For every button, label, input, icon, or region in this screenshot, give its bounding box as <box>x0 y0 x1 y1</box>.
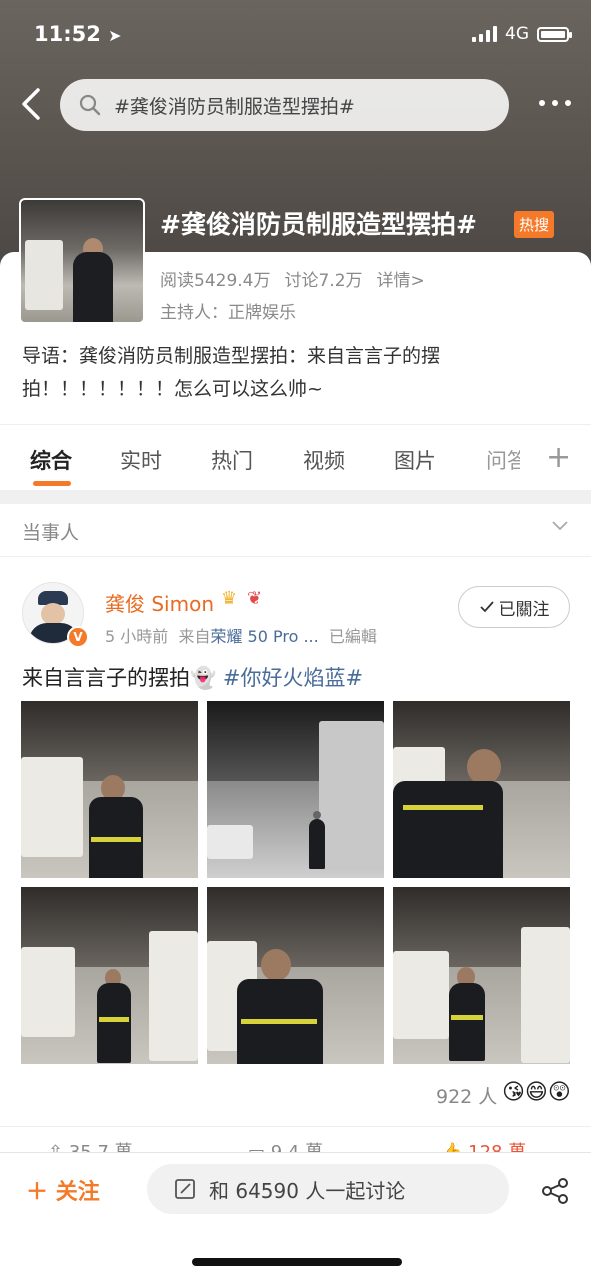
photo-6[interactable] <box>393 887 570 1064</box>
following-button[interactable]: 已關注 <box>458 586 570 628</box>
likers-count[interactable]: 922 人 <box>436 1082 497 1109</box>
hot-search-badge: 热搜 <box>514 211 555 238</box>
topic-title: #龚俊消防员制服造型摆拍# <box>160 210 477 239</box>
battery-icon <box>537 26 572 42</box>
plus-icon: ＋ <box>26 1180 49 1205</box>
post-hashtag[interactable]: #你好火焰蓝# <box>223 666 363 690</box>
source-prefix: 来自 <box>178 627 211 646</box>
photo-3[interactable] <box>393 701 570 878</box>
follow-topic-label: 关注 <box>55 1180 100 1205</box>
tab-images[interactable]: 图片 <box>394 445 436 475</box>
discuss-input[interactable]: 和 64590 人一起讨论 <box>147 1164 509 1214</box>
signal-icon <box>472 26 497 42</box>
plus-icon[interactable]: + <box>546 440 571 475</box>
tab-hot[interactable]: 热门 <box>211 445 253 475</box>
ribbon-icon: ❦ <box>247 588 263 609</box>
search-query: #龚俊消防员制服造型摆拍# <box>114 95 355 118</box>
read-count: 阅读5429.4万 <box>160 271 271 291</box>
follow-topic-button[interactable]: ＋ 关注 <box>26 1174 100 1206</box>
topic-cover-image <box>19 198 145 324</box>
photo-4[interactable] <box>21 887 198 1064</box>
verified-badge: V <box>67 626 89 648</box>
username[interactable]: 龚俊 Simon <box>105 588 214 617</box>
topic-guide: 导语：龚俊消防员制服造型摆拍：来自言言子的摆拍！！！！！！！怎么可以这么帅~ <box>22 345 441 400</box>
details-link[interactable]: 详情> <box>377 266 425 291</box>
tab-comprehensive[interactable]: 综合 <box>30 445 72 475</box>
home-indicator[interactable] <box>192 1258 402 1266</box>
post-text: 来自言言子的摆拍👻 #你好火焰蓝# <box>22 662 363 692</box>
edit-icon <box>175 1179 195 1199</box>
status-time: 11:52 ➤ <box>34 22 122 46</box>
chevron-down-icon[interactable] <box>552 518 568 534</box>
share-icon[interactable] <box>540 1176 570 1206</box>
section-divider <box>0 490 591 504</box>
tab-video[interactable]: 视频 <box>303 445 345 475</box>
post-time: 5 小時前 <box>105 627 169 646</box>
tab-realtime[interactable]: 实时 <box>120 445 162 475</box>
photo-2[interactable] <box>207 701 384 878</box>
party-section[interactable] <box>0 504 591 557</box>
more-icon[interactable] <box>539 100 571 106</box>
search-bar[interactable]: #龚俊消防员制服造型摆拍# <box>60 79 509 131</box>
post-meta: 5 小時前 来自荣耀 50 Pro ... 已編輯 <box>105 623 377 647</box>
discussion-count: 讨论7.2万 <box>284 271 363 291</box>
topic-host: 主持人：正牌娱乐 <box>160 303 296 323</box>
photo-grid <box>21 701 570 1064</box>
discuss-label: 和 64590 人一起讨论 <box>209 1178 406 1203</box>
photo-1[interactable] <box>21 701 198 878</box>
post-source[interactable]: 荣耀 50 Pro ... <box>210 627 318 646</box>
status-indicators: 4G <box>472 24 572 44</box>
tab-bar: 综合 实时 热门 视频 图片 问答 <box>0 424 591 491</box>
party-label: 当事人 <box>22 522 80 544</box>
active-tab-indicator <box>33 481 71 486</box>
crown-icon: ♛ <box>221 588 238 609</box>
tab-qa[interactable]: 问答 <box>486 445 520 475</box>
edited-label: 已編輯 <box>328 627 377 646</box>
check-icon <box>479 601 494 613</box>
post-body: 来自言言子的摆拍👻 <box>22 666 217 690</box>
reaction-emojis: 😘😄😲 <box>502 1080 571 1105</box>
back-icon[interactable] <box>18 86 48 122</box>
topic-stats: 阅读5429.4万 讨论7.2万 详情> <box>160 266 425 291</box>
network-label: 4G <box>505 24 529 44</box>
photo-5[interactable] <box>207 887 384 1064</box>
following-label: 已關注 <box>498 599 550 620</box>
search-icon <box>79 94 101 116</box>
